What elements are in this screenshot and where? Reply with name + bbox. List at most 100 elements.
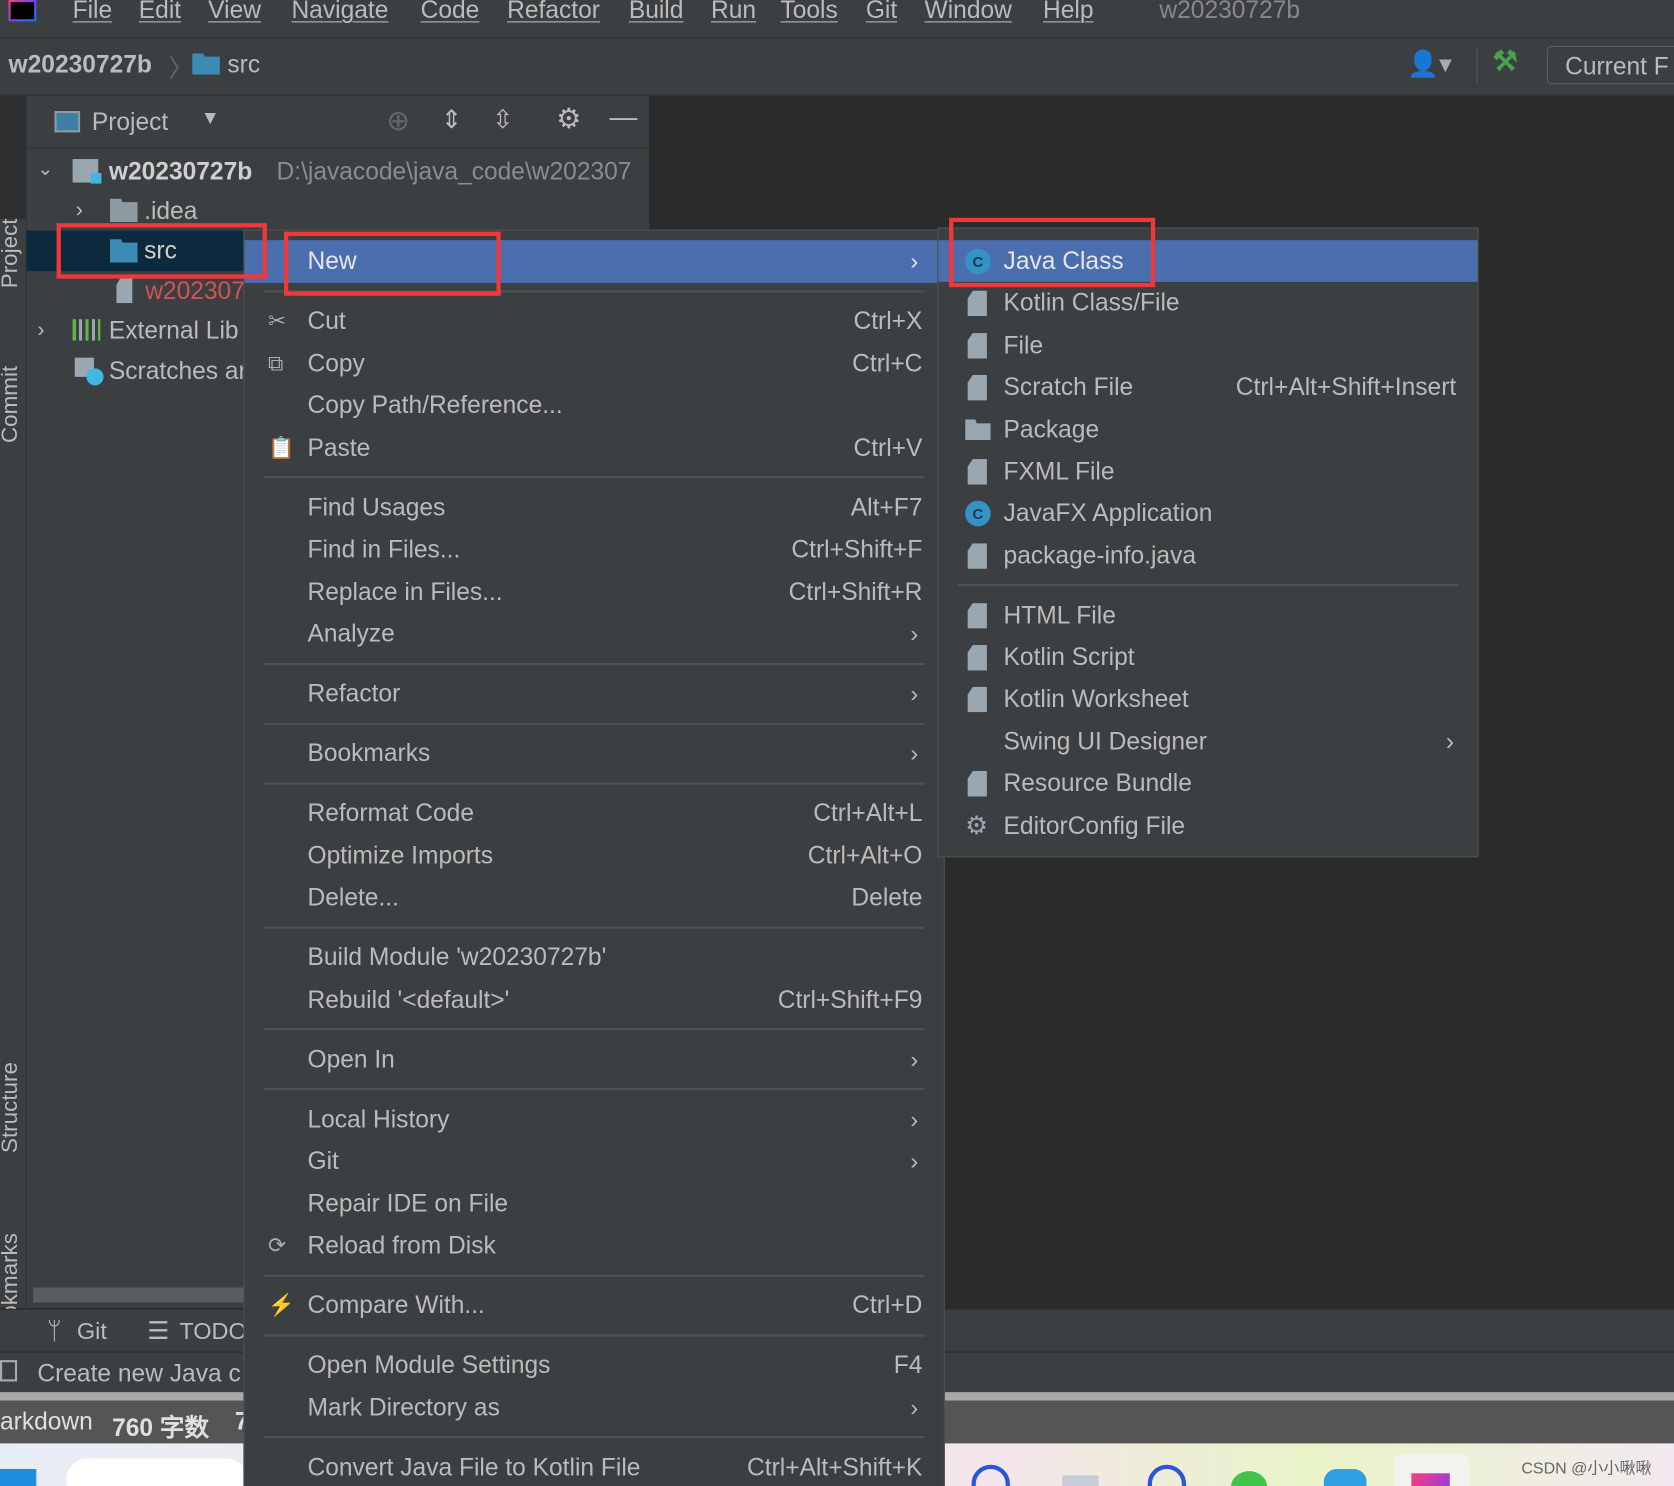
menu-item-rebuild-default[interactable]: Rebuild '<default>' Ctrl+Shift+F9 (244, 978, 943, 1020)
tool-window-structure[interactable]: Structure (0, 1062, 23, 1153)
project-view-icon (54, 111, 81, 133)
menu-item-build-module-w20230727b[interactable]: Build Module 'w20230727b' (244, 936, 943, 978)
menu-item-label: Git (307, 1146, 339, 1175)
user-icon[interactable]: 👤▾ (1407, 49, 1452, 80)
menu-item-refactor[interactable]: Refactor › (244, 673, 943, 715)
menu-edit[interactable]: Edit (139, 0, 181, 25)
menu-item-bookmarks[interactable]: Bookmarks › (244, 732, 943, 774)
wechat-icon[interactable] (1230, 1471, 1268, 1486)
search-box[interactable] (66, 1458, 248, 1486)
menu-item-open-in[interactable]: Open In › (244, 1038, 943, 1080)
menu-item-javafx-application[interactable]: C JavaFX Application (938, 493, 1477, 535)
menu-item-file[interactable]: File (938, 324, 1477, 366)
menu-item-label: Paste (307, 432, 371, 461)
menu-item-fxml-file[interactable]: FXML File (938, 450, 1477, 492)
tree-item-root[interactable]: ⌄ w20230727b D:\javacode\java_code\w2023… (27, 152, 649, 192)
menu-git[interactable]: Git (866, 0, 897, 25)
locate-icon[interactable]: ⊕ (386, 105, 409, 138)
menu-item-reformat-code[interactable]: Reformat Code Ctrl+Alt+L (244, 792, 943, 834)
breadcrumb-project[interactable]: w20230727b (9, 50, 152, 79)
menu-file[interactable]: File (73, 0, 113, 25)
menu-code[interactable]: Code (421, 0, 480, 25)
menu-view[interactable]: View (208, 0, 261, 25)
menu-item-label: Refactor (307, 678, 401, 707)
breadcrumb-src[interactable]: src (227, 50, 260, 79)
menu-build[interactable]: Build (629, 0, 684, 25)
collapse-all-icon[interactable]: ⇳ (492, 105, 513, 136)
menu-item-reload-from-disk[interactable]: ⟳ Reload from Disk (244, 1225, 943, 1267)
tree-item-label: External Lib (108, 316, 239, 344)
expand-all-icon[interactable]: ⇕ (441, 105, 462, 136)
menu-item-replace-in-files[interactable]: Replace in Files... Ctrl+Shift+R (244, 571, 943, 613)
menu-item-optimize-imports[interactable]: Optimize Imports Ctrl+Alt+O (244, 834, 943, 876)
clipboard-icon: 📋 (267, 436, 295, 460)
menu-item-mark-directory-as[interactable]: Mark Directory as › (244, 1386, 943, 1428)
menu-item-label: FXML File (1003, 456, 1115, 485)
menu-item-copy-path-reference[interactable]: Copy Path/Reference... (244, 384, 943, 426)
tree-item-label: w20230727b (108, 156, 253, 185)
menu-item-find-usages[interactable]: Find Usages Alt+F7 (244, 486, 943, 528)
menu-refactor[interactable]: Refactor (507, 0, 600, 25)
menu-item-html-file[interactable]: HTML File (938, 594, 1477, 636)
shortcut-label: Ctrl+V (853, 432, 923, 461)
menu-item-compare-with[interactable]: ⚡ Compare With... Ctrl+D (244, 1284, 943, 1326)
browser-icon[interactable] (1147, 1464, 1187, 1486)
menu-item-label: Copy (307, 348, 365, 377)
menu-item-copy[interactable]: ⧉ Copy Ctrl+C (244, 342, 943, 384)
start-icon[interactable] (0, 1469, 37, 1486)
menu-item-label: Open In (307, 1044, 395, 1073)
menu-item-convert-java-file-to-kotlin-file[interactable]: Convert Java File to Kotlin File Ctrl+Alt… (244, 1446, 943, 1486)
tool-window-project[interactable]: Project (0, 218, 23, 288)
menu-item-label: JavaFX Application (1003, 498, 1213, 527)
menu-separator (244, 775, 943, 793)
menu-item-find-in-files[interactable]: Find in Files... Ctrl+Shift+F (244, 528, 943, 570)
menu-item-resource-bundle[interactable]: Resource Bundle (938, 762, 1477, 804)
menu-help[interactable]: Help (1043, 0, 1094, 25)
menu-item-paste[interactable]: 📋 Paste Ctrl+V (244, 427, 943, 469)
menu-item-package-info-java[interactable]: package-info.java (938, 535, 1477, 577)
menu-window[interactable]: Window (925, 0, 1012, 25)
menu-item-label: Compare With... (307, 1290, 485, 1319)
menu-item-analyze[interactable]: Analyze › (244, 613, 943, 655)
menu-navigate[interactable]: Navigate (291, 0, 388, 25)
menu-item-git[interactable]: Git › (244, 1140, 943, 1182)
hide-panel-icon[interactable]: — (610, 100, 638, 133)
git-tool-button[interactable]: Git (77, 1317, 107, 1345)
app-icon[interactable] (1323, 1469, 1367, 1486)
intellij-taskbar-button[interactable] (1394, 1454, 1470, 1486)
tree-item-external-libraries[interactable]: › External Lib (27, 311, 244, 351)
kotlin-script-icon (967, 644, 987, 671)
browser-icon[interactable] (971, 1464, 1010, 1486)
menu-item-local-history[interactable]: Local History › (244, 1098, 943, 1140)
tree-item-scratches[interactable]: Scratches ar (27, 351, 243, 391)
menu-item-repair-ide-on-file[interactable]: Repair IDE on File (244, 1182, 943, 1224)
todo-tool-button[interactable]: TODO (179, 1317, 246, 1345)
menu-item-package[interactable]: Package (938, 408, 1477, 450)
menu-item-kotlin-script[interactable]: Kotlin Script (938, 636, 1477, 678)
menu-tools[interactable]: Tools (780, 0, 837, 25)
fxml-file-icon (967, 459, 987, 485)
chevron-down-icon[interactable]: ▼ (201, 107, 220, 129)
run-configuration-selector[interactable]: Current F (1546, 45, 1674, 85)
menu-item-editorconfig-file[interactable]: ⚙ EditorConfig File (938, 805, 1477, 847)
menu-item-label: EditorConfig File (1003, 810, 1186, 839)
app-icon[interactable] (1062, 1475, 1099, 1486)
chevron-right-icon: › (1445, 726, 1455, 755)
compare-icon: ⚡ (267, 1293, 295, 1318)
horizontal-scrollbar[interactable] (33, 1287, 247, 1303)
menu-run[interactable]: Run (711, 0, 756, 25)
menu-item-label: Kotlin Class/File (1003, 288, 1180, 317)
menu-separator (938, 577, 1477, 595)
menu-item-open-module-settings[interactable]: Open Module Settings F4 (244, 1344, 943, 1386)
menu-item-cut[interactable]: ✂ Cut Ctrl+X (244, 300, 943, 342)
menu-item-delete[interactable]: Delete... Delete (244, 876, 943, 918)
tool-window-commit[interactable]: Commit (0, 366, 23, 443)
menu-item-kotlin-worksheet[interactable]: Kotlin Worksheet (938, 678, 1477, 720)
menu-item-kotlin-class-file[interactable]: Kotlin Class/File (938, 282, 1477, 324)
menu-item-swing-ui-designer[interactable]: Swing UI Designer › (938, 720, 1477, 762)
project-view-title[interactable]: Project (92, 108, 168, 137)
gear-icon[interactable]: ⚙ (556, 102, 581, 135)
menu-item-scratch-file[interactable]: Scratch File Ctrl+Alt+Shift+Insert (938, 366, 1477, 408)
build-hammer-icon[interactable]: ⚒ (1493, 45, 1518, 78)
shortcut-label: Ctrl+D (852, 1290, 923, 1319)
